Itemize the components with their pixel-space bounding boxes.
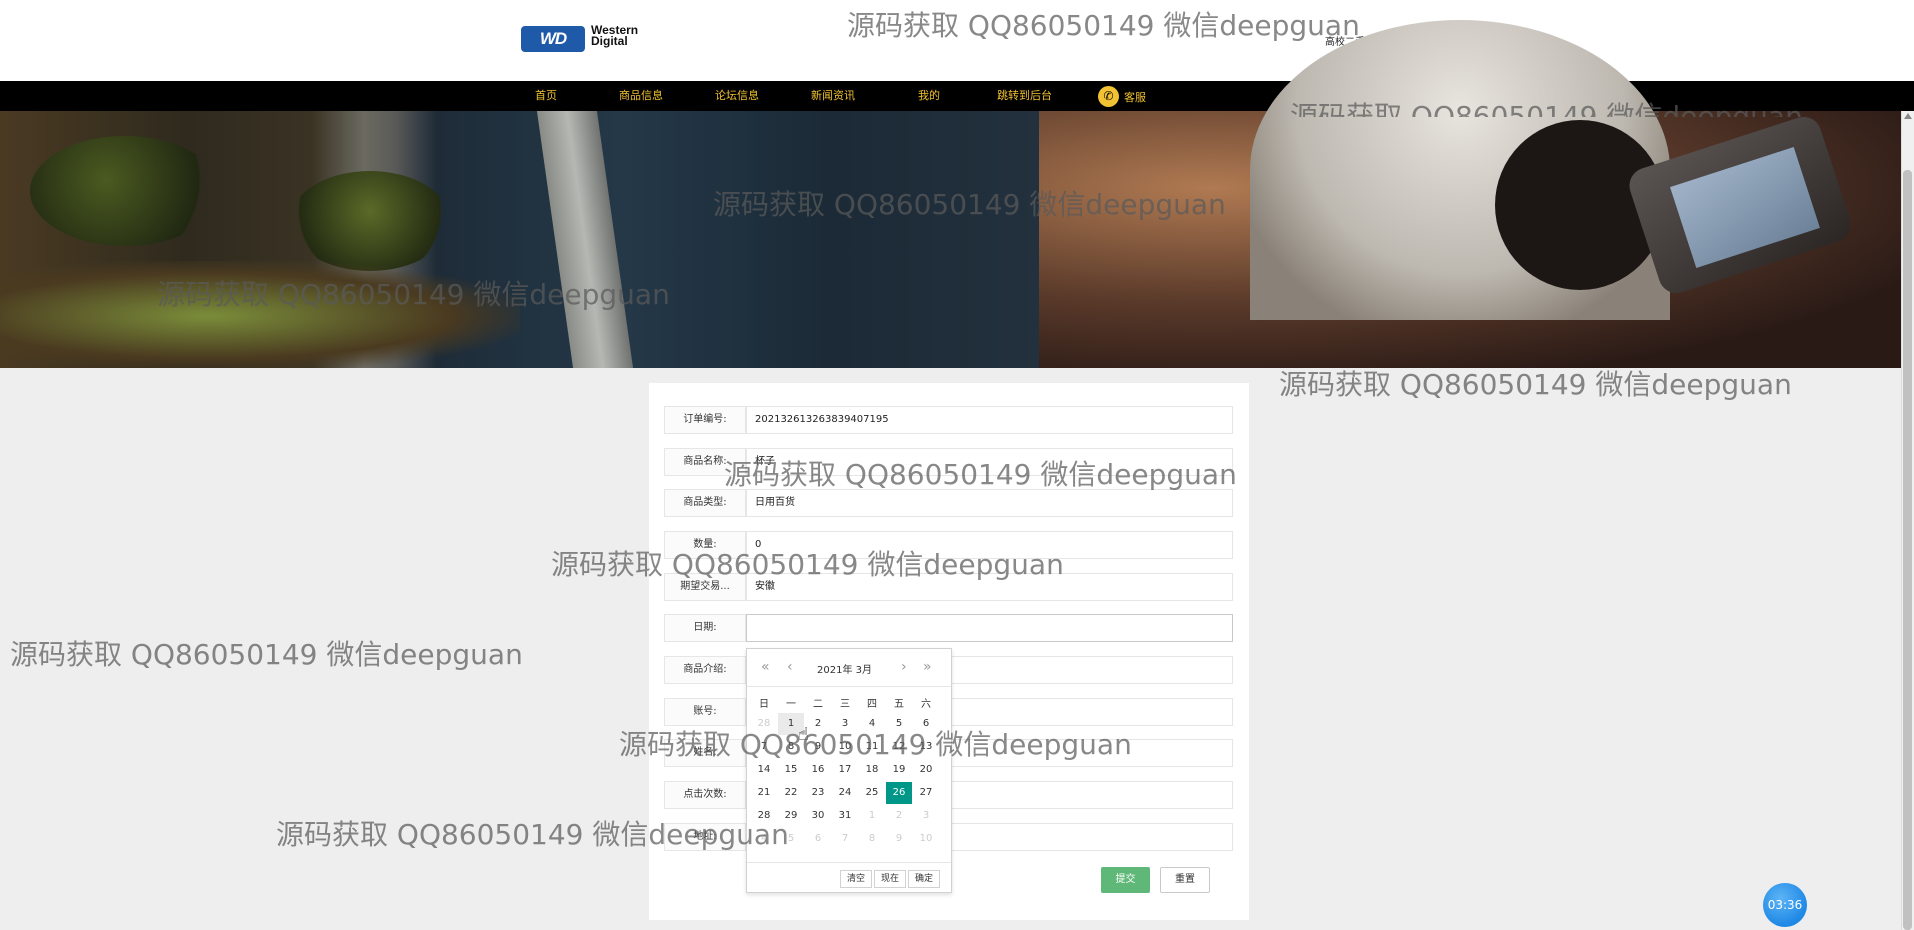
click-count-label: 点击次数: <box>664 781 746 809</box>
order-number-field[interactable]: 20213261326383940719​5 <box>746 406 1233 434</box>
next-month-icon[interactable]: › <box>901 658 907 676</box>
date-cell[interactable]: 5 <box>886 713 912 735</box>
date-cell[interactable]: 23 <box>805 782 831 804</box>
clear-date-button[interactable]: 清空 <box>840 870 873 888</box>
quantity-field[interactable]: 0 <box>746 531 1233 559</box>
date-picker-footer: 清空 现在 确定 <box>747 862 951 892</box>
nav-item-news[interactable]: 新闻资讯 <box>811 81 855 111</box>
nav-item-home[interactable]: 首页 <box>535 81 557 111</box>
prev-year-icon[interactable]: « <box>761 658 770 676</box>
date-cell[interactable]: 3 <box>832 713 858 735</box>
date-cell[interactable]: 6 <box>913 713 939 735</box>
date-cell[interactable]: 5 <box>778 828 804 850</box>
trade-location-label: 期望交易... <box>664 573 746 601</box>
date-cell[interactable]: 6 <box>805 828 831 850</box>
banner-food-detail <box>0 261 520 368</box>
weekday-label: 二 <box>813 699 823 710</box>
date-cell[interactable]: 31 <box>832 805 858 827</box>
next-year-icon[interactable]: » <box>923 658 932 676</box>
nav-item-mine[interactable]: 我的 <box>918 81 940 111</box>
weekday-label: 四 <box>867 699 877 710</box>
date-cell[interactable]: 10 <box>913 828 939 850</box>
date-cell[interactable]: 8 <box>859 828 885 850</box>
hand-cursor-icon: ☝ <box>798 724 809 745</box>
date-cell[interactable]: 28 <box>751 805 777 827</box>
address-label: 地址: <box>664 823 746 851</box>
date-cell[interactable]: 28 <box>751 713 777 735</box>
date-cell[interactable]: 25 <box>859 782 885 804</box>
weekday-label: 日 <box>759 699 769 710</box>
date-cell[interactable]: 22 <box>778 782 804 804</box>
date-cell[interactable]: 4 <box>859 713 885 735</box>
site-logo[interactable]: WD Western Digital <box>521 23 667 55</box>
timer-badge[interactable]: 03:36 <box>1763 883 1807 927</box>
now-date-button[interactable]: 现在 <box>874 870 907 888</box>
submit-button[interactable]: 提交 <box>1101 867 1150 893</box>
trade-location-field[interactable]: 安徽 <box>746 573 1233 601</box>
date-cell-today[interactable]: 26 <box>886 782 912 804</box>
banner-food-detail <box>30 136 220 246</box>
date-cell[interactable]: 24 <box>832 782 858 804</box>
date-cell[interactable]: 21 <box>751 782 777 804</box>
date-cell[interactable]: 12 <box>886 736 912 758</box>
date-field[interactable] <box>746 614 1233 642</box>
logo-badge: WD <box>521 26 585 52</box>
confirm-date-button[interactable]: 确定 <box>908 870 941 888</box>
weekday-label: 三 <box>840 699 850 710</box>
date-cell[interactable]: 9 <box>886 828 912 850</box>
header: WD Western Digital 高校二手交易平台 <box>0 0 1914 81</box>
date-cell[interactable]: 3 <box>913 805 939 827</box>
date-cell[interactable]: 18 <box>859 759 885 781</box>
scroll-up-arrow-icon[interactable] <box>1904 113 1912 119</box>
date-cell[interactable]: 19 <box>886 759 912 781</box>
product-name-field[interactable]: 杯子 <box>746 448 1233 476</box>
date-cell[interactable]: 13 <box>913 736 939 758</box>
watermark: 源码获取 QQ86050149 微信deepguan <box>10 638 523 671</box>
date-label: 日期: <box>664 614 746 642</box>
product-name-label: 商品名称: <box>664 448 746 476</box>
weekday-label: 五 <box>894 699 904 710</box>
date-cell[interactable]: 4 <box>751 828 777 850</box>
date-cell[interactable]: 2 <box>886 805 912 827</box>
nav-item-forum[interactable]: 论坛信息 <box>715 81 759 111</box>
account-label: 账号: <box>664 698 746 726</box>
quantity-label: 数量: <box>664 531 746 559</box>
date-cell[interactable]: 17 <box>832 759 858 781</box>
product-type-label: 商品类型: <box>664 489 746 517</box>
date-picker-title[interactable]: 2021年 3月 <box>817 661 872 676</box>
product-intro-label: 商品介绍: <box>664 656 746 684</box>
date-cell[interactable]: 11 <box>859 736 885 758</box>
banner-food-detail <box>290 171 450 271</box>
date-cell[interactable]: 1 <box>859 805 885 827</box>
date-cell[interactable]: 16 <box>805 759 831 781</box>
weekday-label: 一 <box>786 699 796 710</box>
date-cell[interactable]: 29 <box>778 805 804 827</box>
date-cell[interactable]: 27 <box>913 782 939 804</box>
date-cell[interactable]: 30 <box>805 805 831 827</box>
weekday-label: 六 <box>921 699 931 710</box>
date-cell[interactable]: 20 <box>913 759 939 781</box>
nav-item-service[interactable]: 客服 <box>1124 83 1146 113</box>
order-number-label: 订单编号: <box>664 406 746 434</box>
date-cell[interactable]: 7 <box>832 828 858 850</box>
wechat-icon[interactable]: ✆ <box>1098 86 1119 107</box>
logo-brand: Western Digital <box>591 24 671 48</box>
nav-item-admin[interactable]: 跳转到后台 <box>997 81 1052 111</box>
watermark: 源码获取 QQ86050149 微信deepguan <box>1279 368 1792 401</box>
reset-button[interactable]: 重置 <box>1160 867 1210 893</box>
logo-brand-line2: Digital <box>591 34 628 48</box>
date-cell[interactable]: 14 <box>751 759 777 781</box>
date-cell[interactable]: 10 <box>832 736 858 758</box>
name-label: 姓名: <box>664 739 746 767</box>
product-type-field[interactable]: 日用百货 <box>746 489 1233 517</box>
date-cell[interactable]: 7 <box>751 736 777 758</box>
prev-month-icon[interactable]: ‹ <box>787 658 793 676</box>
nav-item-products[interactable]: 商品信息 <box>619 81 663 111</box>
scrollbar-thumb[interactable] <box>1903 170 1912 930</box>
date-picker-header: « ‹ 2021年 3月 › » <box>747 649 951 687</box>
date-cell[interactable]: 15 <box>778 759 804 781</box>
date-picker-popup: « ‹ 2021年 3月 › » 日一二三四五六 28 1 2 3 4 5 6 7 8 9 10 11… <box>746 648 952 893</box>
